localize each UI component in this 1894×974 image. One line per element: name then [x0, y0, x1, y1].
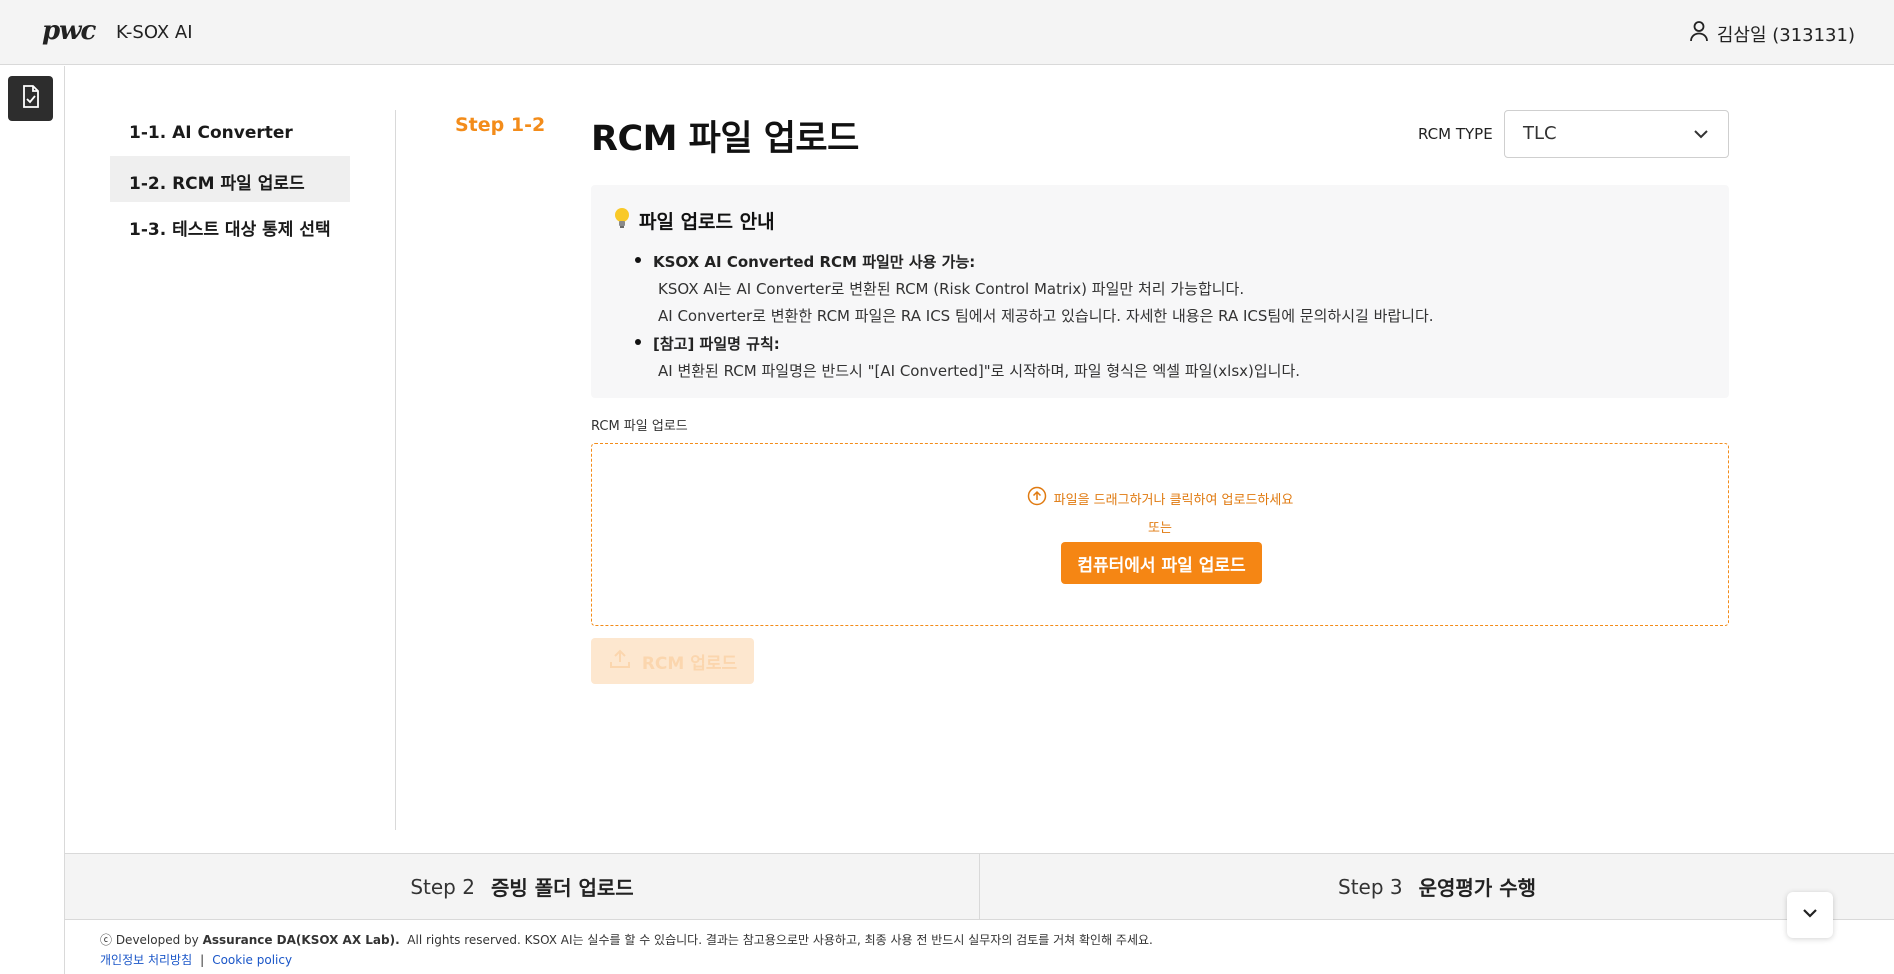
- page-footer: ⓒ Developed by Assurance DA(KSOX AX Lab)…: [100, 930, 1153, 970]
- vertical-divider: [395, 110, 396, 830]
- lightbulb-icon: [613, 207, 631, 234]
- step-number: Step 2: [410, 874, 475, 899]
- subnav-item-ai-converter[interactable]: 1-1. AI Converter: [110, 110, 350, 156]
- guide-bullet-line: AI 변환된 RCM 파일명은 반드시 "[AI Converted]"로 시작…: [658, 362, 1301, 380]
- guide-bullet: [참고] 파일명 규칙: AI 변환된 RCM 파일명은 반드시 "[AI Co…: [633, 330, 1434, 385]
- step-name: 증빙 폴더 업로드: [490, 876, 634, 900]
- left-rail: »: [0, 66, 65, 974]
- page-title: RCM 파일 업로드: [591, 119, 859, 159]
- chevron-down-icon: [1801, 904, 1819, 926]
- step-name: 운영평가 수행: [1418, 876, 1536, 900]
- footer-copyright: ⓒ Developed by Assurance DA(KSOX AX Lab)…: [100, 933, 1153, 947]
- user-menu[interactable]: 김삼일 (313131): [1689, 20, 1855, 47]
- user-icon: [1689, 20, 1709, 47]
- footer-separator: |: [200, 953, 205, 967]
- privacy-policy-link[interactable]: 개인정보 처리방침: [100, 953, 192, 967]
- step-tabs: Step 2 증빙 폴더 업로드 Step 3 운영평가 수행: [65, 853, 1894, 920]
- tab-step-2[interactable]: Step 2 증빙 폴더 업로드: [65, 854, 980, 919]
- chevron-down-icon: [1692, 125, 1710, 148]
- guide-list: KSOX AI Converted RCM 파일만 사용 가능: KSOX AI…: [633, 248, 1434, 385]
- rcm-upload-button[interactable]: RCM 업로드: [591, 638, 754, 684]
- subnav-item-rcm-upload[interactable]: 1-2. RCM 파일 업로드: [110, 156, 350, 202]
- pwc-logo[interactable]: pwc: [42, 16, 96, 46]
- guide-title: 파일 업로드 안내: [613, 207, 775, 234]
- upload-from-computer-button[interactable]: 컴퓨터에서 파일 업로드: [1061, 542, 1262, 584]
- upload-circle-icon: [1027, 486, 1047, 510]
- upload-guide-panel: 파일 업로드 안내 KSOX AI Converted RCM 파일만 사용 가…: [591, 185, 1729, 398]
- top-bar: pwc K-SOX AI 김삼일 (313131): [0, 0, 1894, 65]
- step-label: Step 1-2: [455, 114, 546, 136]
- drop-hint: 파일을 드래그하거나 클릭하여 업로드하세요: [592, 486, 1728, 510]
- file-dropzone[interactable]: 파일을 드래그하거나 클릭하여 업로드하세요 또는 컴퓨터에서 파일 업로드: [591, 443, 1729, 626]
- app-name: K-SOX AI: [116, 22, 193, 43]
- upload-section-label: RCM 파일 업로드: [591, 419, 688, 434]
- guide-bullet: KSOX AI Converted RCM 파일만 사용 가능: KSOX AI…: [633, 248, 1434, 330]
- upload-icon: [608, 647, 632, 676]
- rcm-type-label: RCM TYPE: [1418, 125, 1493, 143]
- guide-bullet-head: [참고] 파일명 규칙:: [653, 335, 780, 353]
- user-name: 김삼일 (313131): [1716, 24, 1855, 46]
- scroll-down-button[interactable]: [1787, 892, 1833, 938]
- guide-bullet-line: KSOX AI는 AI Converter로 변환된 RCM (Risk Con…: [658, 280, 1245, 298]
- footer-links: 개인정보 처리방침 | Cookie policy: [100, 950, 1153, 970]
- guide-bullet-line: AI Converter로 변환한 RCM 파일은 RA ICS 팀에서 제공하…: [658, 307, 1434, 325]
- guide-bullet-head: KSOX AI Converted RCM 파일만 사용 가능:: [653, 253, 976, 271]
- document-check-button[interactable]: [8, 76, 53, 121]
- rcm-type-select[interactable]: TLC: [1504, 110, 1729, 158]
- rcm-type-value: TLC: [1523, 123, 1557, 144]
- step-subnav: 1-1. AI Converter 1-2. RCM 파일 업로드 1-3. 테…: [110, 110, 350, 248]
- footer-developer: Assurance DA(KSOX AX Lab).: [202, 933, 400, 947]
- document-check-icon: [20, 84, 42, 113]
- step-number: Step 3: [1338, 874, 1403, 899]
- footer-notice: All rights reserved. KSOX AI는 실수를 할 수 있습…: [407, 933, 1153, 947]
- cookie-policy-link[interactable]: Cookie policy: [212, 953, 292, 967]
- subnav-item-select-controls[interactable]: 1-3. 테스트 대상 통제 선택: [110, 202, 350, 248]
- drop-or-text: 또는: [1148, 521, 1172, 536]
- tab-step-3[interactable]: Step 3 운영평가 수행: [980, 854, 1894, 919]
